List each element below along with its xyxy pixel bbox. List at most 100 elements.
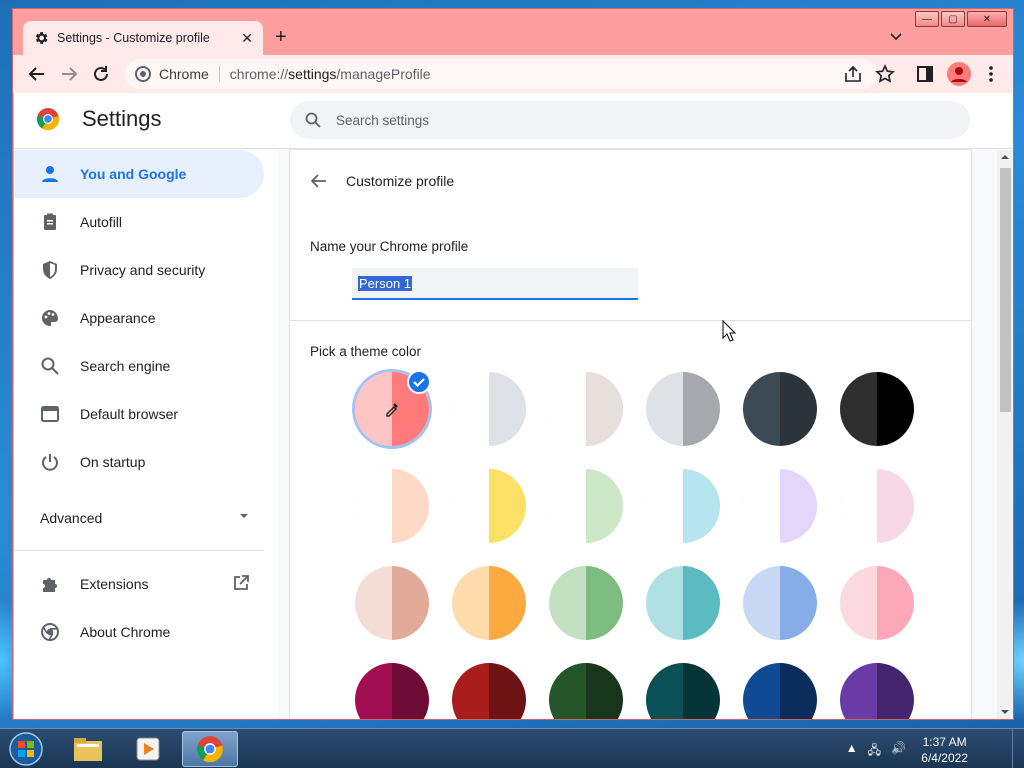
maximize-button[interactable]: ▢ bbox=[941, 11, 965, 27]
sidebar-item-you-and-google[interactable]: You and Google bbox=[14, 150, 264, 198]
swatch-right-half bbox=[392, 469, 429, 543]
theme-color-swatch[interactable] bbox=[355, 566, 429, 640]
address-bar[interactable]: Chrome chrome://settings/manageProfile bbox=[125, 59, 877, 89]
tab-search-icon[interactable] bbox=[889, 30, 903, 44]
tab-strip: Settings - Customize profile ✕ + — ▢ ✕ bbox=[13, 9, 1013, 55]
start-button[interactable] bbox=[0, 731, 52, 767]
theme-color-swatch[interactable] bbox=[646, 469, 720, 543]
sidebar-item-extensions[interactable]: Extensions bbox=[14, 560, 264, 608]
sidebar-item-label: Extensions bbox=[80, 576, 149, 592]
network-icon[interactable]: 🖧 bbox=[868, 741, 881, 762]
sidebar-item-on-startup[interactable]: On startup bbox=[14, 438, 264, 486]
search-input[interactable] bbox=[336, 112, 936, 128]
theme-color-swatch[interactable] bbox=[452, 469, 526, 543]
theme-color-swatch[interactable] bbox=[452, 663, 526, 719]
sidebar-item-autofill[interactable]: Autofill bbox=[14, 198, 264, 246]
url-scheme: chrome:// bbox=[229, 66, 289, 82]
swatch-right-half bbox=[877, 372, 914, 446]
theme-color-swatch[interactable] bbox=[355, 469, 429, 543]
search-box[interactable] bbox=[290, 101, 970, 139]
swatch-right-half bbox=[392, 566, 429, 640]
back-icon[interactable] bbox=[27, 64, 47, 84]
profile-avatar-icon[interactable] bbox=[947, 62, 971, 86]
taskbar-media-player[interactable] bbox=[120, 731, 176, 767]
customize-profile-card: Customize profile Name your Chrome profi… bbox=[290, 150, 971, 719]
theme-color-swatch[interactable] bbox=[743, 372, 817, 446]
theme-color-swatch[interactable] bbox=[646, 372, 720, 446]
clipboard-icon bbox=[40, 212, 60, 232]
new-tab-button[interactable]: + bbox=[275, 26, 287, 49]
side-panel-icon[interactable] bbox=[915, 64, 935, 84]
sidebar-item-search-engine[interactable]: Search engine bbox=[14, 342, 264, 390]
theme-color-swatch[interactable] bbox=[549, 663, 623, 719]
profile-name-field[interactable]: Person 1 bbox=[352, 268, 638, 300]
show-desktop-button[interactable] bbox=[1012, 729, 1024, 768]
swatch-right-half bbox=[683, 372, 720, 446]
puzzle-icon bbox=[40, 574, 60, 594]
sidebar-item-label: You and Google bbox=[80, 166, 187, 182]
settings-page: Settings You and Google Autofill Privacy a… bbox=[14, 93, 1013, 719]
tray-expand-icon[interactable]: ▲ bbox=[846, 741, 858, 762]
swatch-left-half bbox=[743, 663, 780, 719]
close-window-button[interactable]: ✕ bbox=[967, 11, 1007, 27]
theme-color-swatch[interactable] bbox=[646, 663, 720, 719]
share-icon[interactable] bbox=[843, 64, 863, 84]
sidebar-advanced[interactable]: Advanced bbox=[40, 510, 250, 526]
taskbar-explorer[interactable] bbox=[60, 731, 116, 767]
sidebar-item-about-chrome[interactable]: About Chrome bbox=[14, 608, 264, 656]
selected-check-icon bbox=[407, 370, 431, 394]
scroll-up-icon[interactable] bbox=[997, 152, 1013, 162]
site-chip[interactable]: Chrome bbox=[135, 66, 220, 82]
swatch-right-half bbox=[780, 663, 817, 719]
swatch-right-half bbox=[392, 663, 429, 719]
theme-color-swatch[interactable] bbox=[743, 566, 817, 640]
theme-color-swatch[interactable] bbox=[840, 566, 914, 640]
theme-color-swatch[interactable] bbox=[743, 663, 817, 719]
clock[interactable]: 1:37 AM 6/4/2022 bbox=[921, 734, 968, 766]
reload-icon[interactable] bbox=[91, 64, 111, 84]
theme-color-swatch[interactable] bbox=[549, 469, 623, 543]
forward-icon[interactable] bbox=[59, 64, 79, 84]
volume-icon[interactable]: 🔊 bbox=[891, 741, 906, 762]
taskbar-chrome[interactable] bbox=[182, 731, 238, 767]
swatch-right-half bbox=[780, 566, 817, 640]
theme-color-swatch[interactable] bbox=[549, 372, 623, 446]
clock-date: 6/4/2022 bbox=[921, 751, 968, 765]
theme-color-swatch[interactable] bbox=[840, 372, 914, 446]
chrome-icon bbox=[40, 622, 60, 642]
windows-orb-icon bbox=[9, 732, 43, 766]
back-arrow-icon[interactable] bbox=[310, 172, 328, 190]
theme-color-swatch[interactable] bbox=[549, 566, 623, 640]
swatch-right-half bbox=[489, 663, 526, 719]
scrollbar-thumb[interactable] bbox=[1000, 168, 1011, 412]
close-tab-icon[interactable]: ✕ bbox=[241, 30, 253, 47]
media-player-icon bbox=[136, 737, 160, 761]
theme-color-swatch[interactable] bbox=[355, 663, 429, 719]
theme-color-swatch[interactable] bbox=[452, 372, 526, 446]
tab-settings[interactable]: Settings - Customize profile ✕ bbox=[23, 21, 263, 55]
sidebar-item-appearance[interactable]: Appearance bbox=[14, 294, 264, 342]
sidebar-item-default-browser[interactable]: Default browser bbox=[14, 390, 264, 438]
swatch-right-half bbox=[586, 566, 623, 640]
theme-color-swatch[interactable] bbox=[840, 663, 914, 719]
sidebar-item-privacy-and-security[interactable]: Privacy and security bbox=[14, 246, 264, 294]
swatch-left-half bbox=[743, 566, 780, 640]
profile-name-label: Name your Chrome profile bbox=[310, 239, 469, 254]
sidebar: You and Google Autofill Privacy and securi… bbox=[14, 150, 278, 719]
open-in-new-icon[interactable] bbox=[232, 574, 250, 595]
star-icon[interactable] bbox=[875, 64, 895, 84]
toolbar: Chrome chrome://settings/manageProfile bbox=[13, 55, 1013, 93]
gear-icon bbox=[35, 32, 48, 44]
theme-color-swatch[interactable] bbox=[840, 469, 914, 543]
search-icon bbox=[305, 112, 321, 128]
theme-color-swatch[interactable] bbox=[452, 566, 526, 640]
scroll-down-icon[interactable] bbox=[997, 707, 1013, 717]
more-menu-icon[interactable] bbox=[981, 64, 1001, 84]
folder-icon bbox=[74, 738, 102, 761]
swatch-right-half bbox=[877, 566, 914, 640]
theme-color-swatch[interactable] bbox=[646, 566, 720, 640]
theme-color-swatch[interactable] bbox=[743, 469, 817, 543]
scrollbar[interactable] bbox=[997, 150, 1013, 719]
profile-name-value: Person 1 bbox=[358, 275, 413, 291]
minimize-button[interactable]: — bbox=[915, 11, 939, 27]
